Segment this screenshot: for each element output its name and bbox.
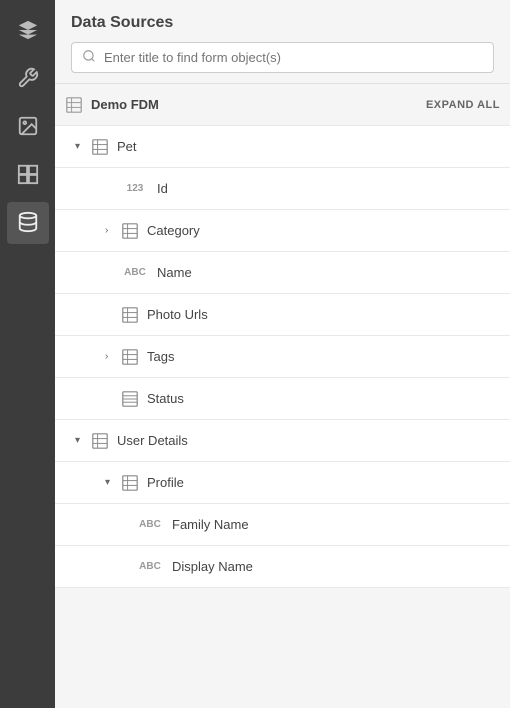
sidebar bbox=[0, 0, 55, 708]
node-label: Display Name bbox=[172, 559, 253, 574]
table-icon bbox=[91, 432, 109, 450]
node-label: Family Name bbox=[172, 517, 249, 532]
chevron-icon: › bbox=[105, 351, 117, 362]
node-label: Id bbox=[157, 181, 168, 196]
tree-row[interactable]: ▾ User Details bbox=[55, 420, 510, 462]
sidebar-item-image[interactable] bbox=[7, 106, 49, 148]
node-label: User Details bbox=[117, 433, 188, 448]
node-label: Name bbox=[157, 265, 192, 280]
image-block-icon bbox=[17, 115, 39, 140]
tree-row[interactable]: 123 Id bbox=[55, 168, 510, 210]
chevron-icon: ▾ bbox=[75, 141, 87, 152]
tree-row[interactable]: Demo FDM EXPAND ALL bbox=[55, 84, 510, 126]
table-icon bbox=[121, 222, 139, 240]
tree-row[interactable]: ▾ Pet bbox=[55, 126, 510, 168]
layers-icon bbox=[17, 19, 39, 44]
node-label: Pet bbox=[117, 139, 137, 154]
tree-row[interactable]: › Tags bbox=[55, 336, 510, 378]
tree-row[interactable]: Status bbox=[55, 378, 510, 420]
datasources-icon bbox=[17, 211, 39, 236]
tree-row[interactable]: ABC Display Name bbox=[55, 546, 510, 588]
node-label: Tags bbox=[147, 349, 174, 364]
node-label: Category bbox=[147, 223, 200, 238]
wrench-icon bbox=[17, 67, 39, 92]
tree-row[interactable]: Photo Urls bbox=[55, 294, 510, 336]
table-icon bbox=[91, 138, 109, 156]
node-label: Photo Urls bbox=[147, 307, 208, 322]
search-icon bbox=[82, 49, 96, 66]
node-label: Status bbox=[147, 391, 184, 406]
sidebar-item-wrench[interactable] bbox=[7, 58, 49, 100]
table-icon bbox=[121, 306, 139, 324]
sidebar-item-datasources[interactable] bbox=[7, 202, 49, 244]
type-badge-abc: ABC bbox=[121, 267, 149, 278]
tree-row[interactable]: ▾ Profile bbox=[55, 462, 510, 504]
node-label: Demo FDM bbox=[91, 97, 159, 112]
tree-area: Demo FDMEXPAND ALL▾ Pet123Id› CategoryAB… bbox=[55, 84, 510, 708]
panel-header: Data Sources bbox=[55, 0, 510, 84]
sidebar-item-components[interactable] bbox=[7, 154, 49, 196]
node-label: Profile bbox=[147, 475, 184, 490]
type-badge-abc: ABC bbox=[136, 519, 164, 530]
chevron-icon: › bbox=[105, 225, 117, 236]
page-title: Data Sources bbox=[71, 14, 494, 32]
components-icon bbox=[17, 163, 39, 188]
table-icon bbox=[121, 474, 139, 492]
tree-row[interactable]: ABC Name bbox=[55, 252, 510, 294]
tree-row[interactable]: › Category bbox=[55, 210, 510, 252]
type-badge-number: 123 bbox=[121, 183, 149, 194]
tree-row[interactable]: ABC Family Name bbox=[55, 504, 510, 546]
search-input[interactable] bbox=[104, 50, 483, 65]
sidebar-item-layers[interactable] bbox=[7, 10, 49, 52]
type-badge-abc: ABC bbox=[136, 561, 164, 572]
chevron-icon: ▾ bbox=[105, 477, 117, 488]
search-box[interactable] bbox=[71, 42, 494, 73]
table-lines-icon bbox=[121, 390, 139, 408]
table-icon bbox=[65, 96, 83, 114]
main-panel: Data Sources Demo FDM EXPAND ALL ▾ Pet 123 I… bbox=[55, 0, 510, 708]
expand-all-button[interactable]: EXPAND ALL bbox=[426, 99, 500, 111]
table-icon bbox=[121, 348, 139, 366]
chevron-icon: ▾ bbox=[75, 435, 87, 446]
